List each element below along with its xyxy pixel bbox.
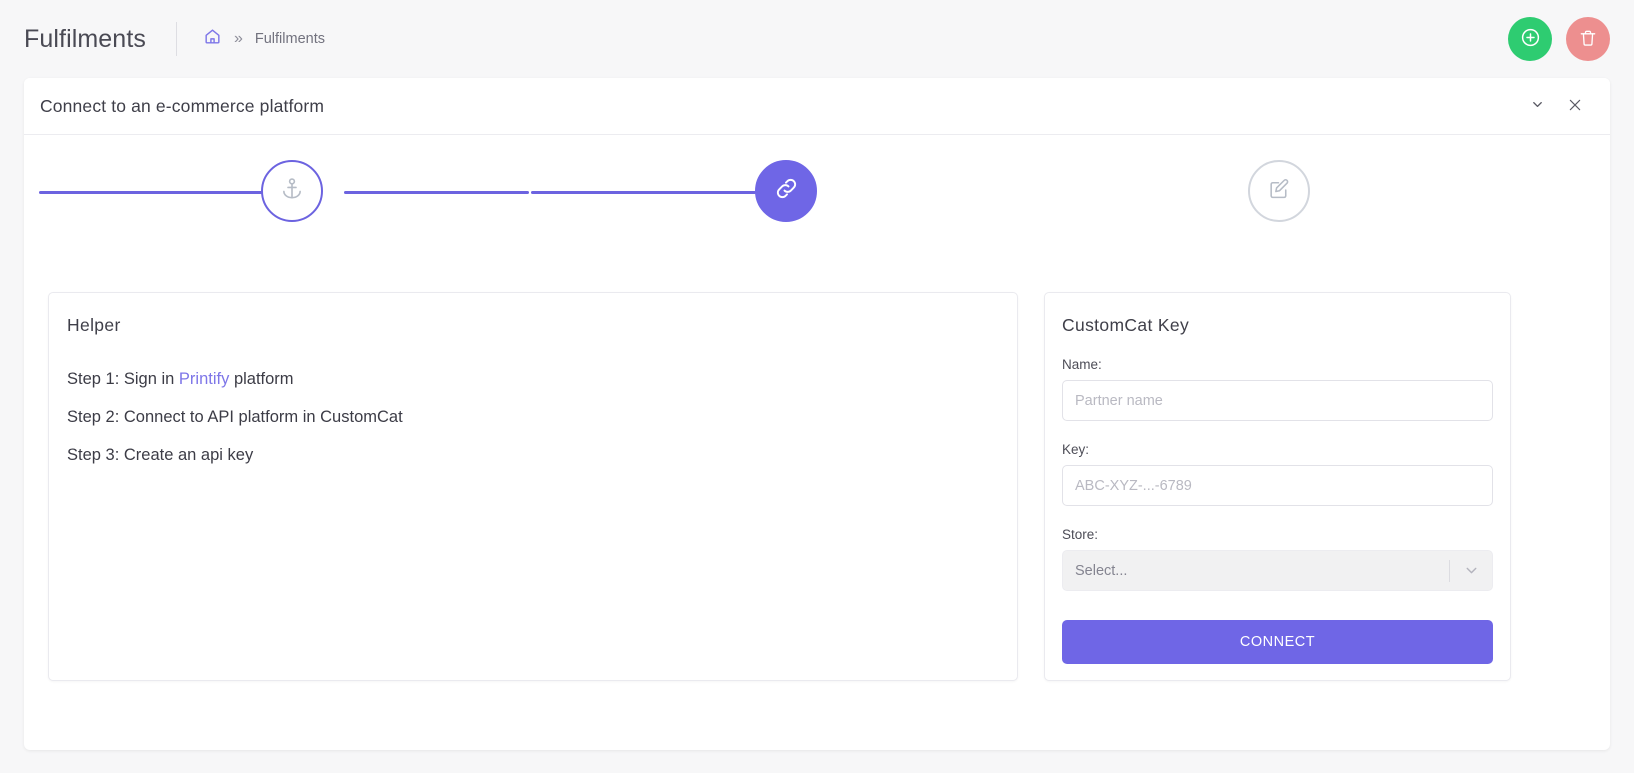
breadcrumb-current[interactable]: Fulfilments [255,31,325,47]
stepper [24,150,1610,235]
header-divider [175,22,177,56]
chevron-down-icon [1450,562,1492,579]
store-label: Store: [1062,527,1099,542]
customcat-key-panel: CustomCat Key Name: Key: Store: Select..… [1044,292,1511,681]
store-select[interactable]: Select... [1062,550,1493,591]
chevron-down-icon [1530,97,1545,115]
connect-platform-card: Connect to an e-commerce platform Helper… [24,78,1610,750]
close-icon [1567,97,1583,116]
store-field-group: Store: Select... [1062,527,1493,591]
stepper-step-edit[interactable] [1248,160,1310,222]
card-header: Connect to an e-commerce platform [24,78,1610,135]
page-header: Fulfilments » Fulfilments [0,0,1634,78]
collapse-button[interactable] [1524,93,1550,119]
stepper-step-link[interactable] [755,160,817,222]
helper-step-3-text: Step 3: Create an api key [67,446,254,464]
helper-step-2: Step 2: Connect to API platform in Custo… [67,398,999,436]
add-circle-icon [1520,27,1541,51]
add-button[interactable] [1508,17,1552,61]
card-title: Connect to an e-commerce platform [40,95,325,116]
helper-step-1-suffix: platform [229,370,294,388]
key-label: Key: [1062,442,1090,457]
header-actions [1508,17,1610,61]
helper-step-1: Step 1: Sign in Printify platform [67,360,999,398]
helper-title: Helper [67,315,121,335]
helper-step-2-text: Step 2: Connect to API platform in Custo… [67,408,403,426]
stepper-line-2 [344,191,529,194]
helper-panel: Helper Step 1: Sign in Printify platform… [48,292,1018,681]
link-icon [773,175,800,207]
key-input[interactable] [1062,465,1493,506]
stepper-step-anchor[interactable] [261,160,323,222]
edit-icon [1267,176,1292,206]
stepper-line-1 [39,191,269,194]
card-body: Helper Step 1: Sign in Printify platform… [24,235,1610,681]
home-icon[interactable] [203,27,222,51]
breadcrumb: » Fulfilments [203,27,325,51]
stepper-line-3 [531,191,756,194]
helper-steps: Step 1: Sign in Printify platform Step 2… [67,360,999,474]
store-select-value: Select... [1075,562,1128,579]
name-label: Name: [1062,357,1102,372]
key-field-group: Key: [1062,442,1493,506]
name-field-group: Name: [1062,357,1493,421]
helper-step-1-prefix: Step 1: Sign in [67,370,179,388]
helper-step-3: Step 3: Create an api key [67,436,999,474]
breadcrumb-separator: » [233,30,243,47]
delete-button[interactable] [1566,17,1610,61]
anchor-icon [279,176,305,207]
connect-button[interactable]: CONNECT [1062,620,1493,664]
close-button[interactable] [1562,93,1588,119]
page-title: Fulfilments [24,24,146,53]
trash-icon [1578,28,1598,51]
name-input[interactable] [1062,380,1493,421]
printify-link[interactable]: Printify [179,370,229,388]
customcat-key-title: CustomCat Key [1062,315,1190,335]
